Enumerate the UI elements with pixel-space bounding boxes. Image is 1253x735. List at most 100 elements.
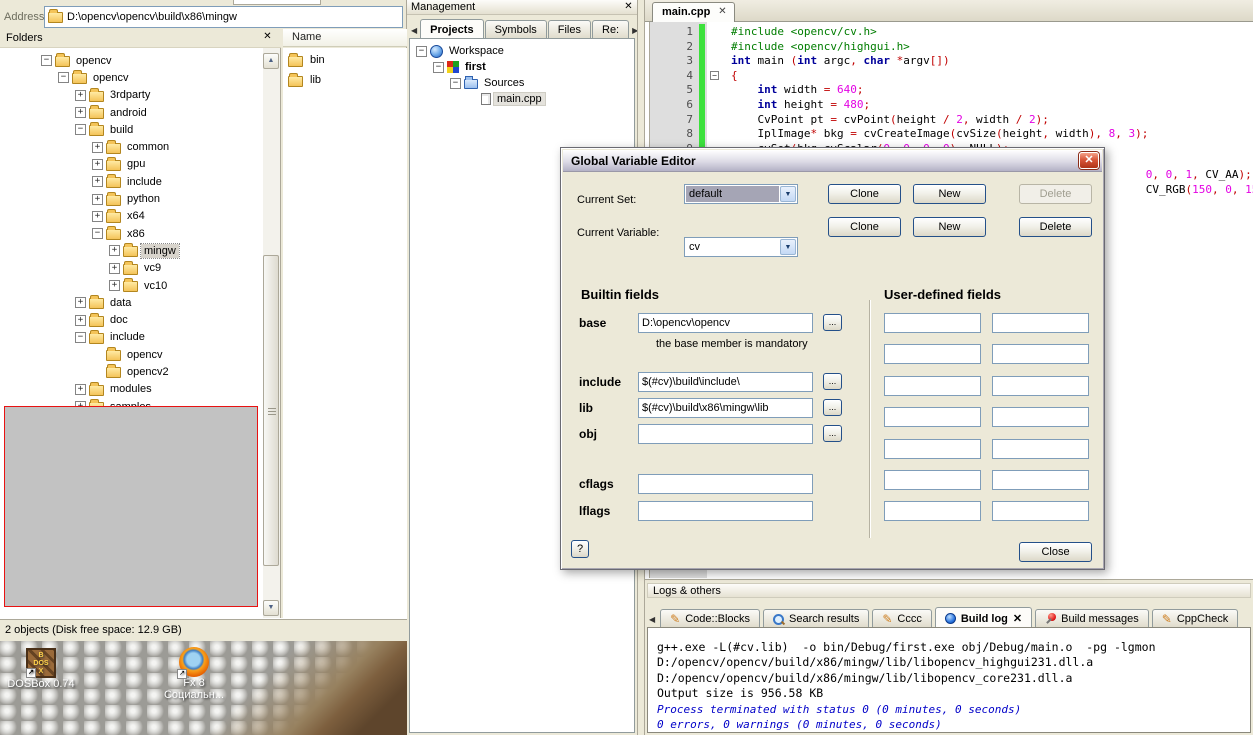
- tab-scroll-left-icon[interactable]: ◀: [409, 26, 419, 38]
- project-tree-label[interactable]: first: [462, 61, 489, 73]
- tree-toggle[interactable]: +: [109, 245, 120, 256]
- tree-row[interactable]: − opencv: [0, 69, 280, 86]
- log-tab[interactable]: Build log ✕: [935, 607, 1032, 627]
- project-tree-row[interactable]: − first: [410, 59, 634, 75]
- dosbox-shortcut[interactable]: B DOS X ↗ DOSBox 0.74: [2, 648, 80, 690]
- tree-row[interactable]: opencv2: [0, 363, 280, 380]
- project-tree-row[interactable]: − Workspace: [410, 43, 634, 59]
- tree-row[interactable]: + python: [0, 190, 280, 207]
- project-tree-row[interactable]: − Sources: [410, 75, 634, 91]
- tree-label[interactable]: build: [107, 123, 136, 137]
- scroll-down-icon[interactable]: ▼: [263, 600, 279, 616]
- user-field-input[interactable]: [992, 439, 1089, 459]
- tree-toggle[interactable]: +: [75, 107, 86, 118]
- tree-row[interactable]: − include: [0, 329, 280, 346]
- tree-toggle[interactable]: +: [92, 176, 103, 187]
- tab-scroll-left-icon[interactable]: ◀: [647, 615, 657, 627]
- tree-toggle[interactable]: −: [41, 55, 52, 66]
- tree-toggle[interactable]: +: [75, 315, 86, 326]
- tree-label[interactable]: opencv: [73, 54, 114, 68]
- tree-toggle[interactable]: −: [75, 124, 86, 135]
- management-tab[interactable]: Symbols: [485, 20, 547, 38]
- tree-row[interactable]: + data: [0, 294, 280, 311]
- browse-button[interactable]: ...: [823, 373, 842, 390]
- management-tab[interactable]: Files: [548, 20, 591, 38]
- browse-button[interactable]: ...: [823, 314, 842, 331]
- log-tab[interactable]: Build messages ✕: [1035, 609, 1149, 627]
- user-field-input[interactable]: [884, 470, 981, 490]
- tree-row[interactable]: + modules: [0, 381, 280, 398]
- tree-label[interactable]: common: [124, 140, 172, 154]
- tree-label[interactable]: include: [124, 175, 165, 189]
- tree-label[interactable]: python: [124, 192, 163, 206]
- scrollbar-thumb[interactable]: [263, 255, 279, 566]
- set-new-button[interactable]: New: [913, 184, 986, 204]
- tree-label[interactable]: 3rdparty: [107, 88, 153, 102]
- tree-toggle[interactable]: +: [75, 90, 86, 101]
- dialog-title[interactable]: Global Variable Editor: [563, 150, 1102, 172]
- variable-new-button[interactable]: New: [913, 217, 986, 237]
- file-list[interactable]: bin lib: [283, 48, 407, 618]
- tree-label[interactable]: opencv2: [124, 365, 172, 379]
- user-field-input[interactable]: [992, 313, 1089, 333]
- tree-scrollbar[interactable]: ▲ ▼: [263, 48, 280, 618]
- editor-tab-maincpp[interactable]: main.cpp ✕: [652, 2, 735, 22]
- user-field-input[interactable]: [992, 376, 1089, 396]
- tree-toggle[interactable]: +: [75, 384, 86, 395]
- field-input[interactable]: [638, 474, 813, 494]
- project-tree-row[interactable]: main.cpp: [410, 91, 634, 107]
- management-tab[interactable]: Projects: [420, 19, 483, 38]
- log-tab[interactable]: ✎ Cccc ✕: [872, 609, 932, 627]
- tree-row[interactable]: + doc: [0, 311, 280, 328]
- tree-row[interactable]: − x86: [0, 225, 280, 242]
- tree-row[interactable]: + gpu: [0, 156, 280, 173]
- current-set-combo[interactable]: default ▼: [684, 184, 798, 204]
- folder-tree[interactable]: − opencv − opencv + 3rdparty +: [0, 48, 281, 618]
- address-input[interactable]: D:\opencv\opencv\build\x86\mingw: [44, 6, 403, 28]
- tree-row[interactable]: + x64: [0, 208, 280, 225]
- chevron-down-icon[interactable]: ▼: [780, 186, 796, 202]
- name-column-header[interactable]: Name: [283, 29, 407, 47]
- tree-toggle[interactable]: −: [75, 332, 86, 343]
- tree-toggle[interactable]: +: [92, 142, 103, 153]
- field-input[interactable]: [638, 501, 813, 521]
- tree-label[interactable]: android: [107, 106, 150, 120]
- user-field-input[interactable]: [884, 501, 981, 521]
- log-tab[interactable]: ✎ Code::Blocks ✕: [660, 609, 760, 627]
- set-clone-button[interactable]: Clone: [828, 184, 901, 204]
- close-icon[interactable]: ✕: [1013, 612, 1022, 625]
- user-field-input[interactable]: [992, 344, 1089, 364]
- user-field-input[interactable]: [884, 439, 981, 459]
- file-label[interactable]: lib: [307, 73, 324, 87]
- project-tree-label[interactable]: Sources: [481, 77, 527, 89]
- management-title[interactable]: Management: [407, 0, 637, 15]
- tree-label[interactable]: doc: [107, 313, 131, 327]
- tree-label[interactable]: opencv: [124, 348, 165, 362]
- tree-row[interactable]: + include: [0, 173, 280, 190]
- field-input[interactable]: [638, 398, 813, 418]
- field-input[interactable]: [638, 424, 813, 444]
- user-field-input[interactable]: [992, 407, 1089, 427]
- tree-row[interactable]: + android: [0, 104, 280, 121]
- tree-row[interactable]: opencv: [0, 346, 280, 363]
- tree-label[interactable]: x64: [124, 209, 148, 223]
- user-field-input[interactable]: [992, 470, 1089, 490]
- tree-label[interactable]: mingw: [141, 244, 179, 258]
- log-tab[interactable]: Search results ✕: [763, 609, 869, 627]
- tree-toggle[interactable]: +: [92, 211, 103, 222]
- tree-label[interactable]: include: [107, 330, 148, 344]
- field-input[interactable]: [638, 372, 813, 392]
- tree-label[interactable]: data: [107, 296, 134, 310]
- user-field-input[interactable]: [884, 313, 981, 333]
- tree-row[interactable]: − opencv: [0, 52, 280, 69]
- tree-row[interactable]: + common: [0, 138, 280, 155]
- tree-toggle[interactable]: −: [92, 228, 103, 239]
- current-variable-combo[interactable]: cv ▼: [684, 237, 798, 257]
- file-label[interactable]: bin: [307, 53, 328, 67]
- firefox-shortcut[interactable]: ↗ Fx 8 Социальн...: [155, 647, 233, 701]
- tree-toggle[interactable]: −: [450, 78, 461, 89]
- user-field-input[interactable]: [992, 501, 1089, 521]
- tree-row[interactable]: + vc9: [0, 260, 280, 277]
- close-icon[interactable]: ✕: [718, 6, 726, 22]
- tree-toggle[interactable]: +: [75, 297, 86, 308]
